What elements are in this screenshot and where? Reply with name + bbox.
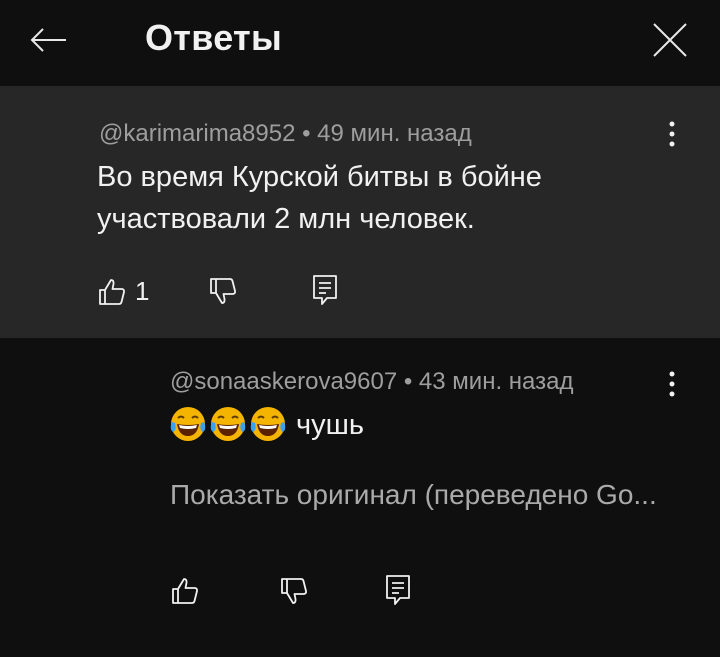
laughing-emoji-icon [210,407,246,441]
reply-text: чушь [296,409,364,441]
thumb-down-icon [281,578,307,604]
arrow-left-icon [30,28,66,52]
thumb-up-icon [99,278,125,305]
more-vertical-icon [669,371,675,397]
thumb-down-icon [210,278,236,304]
reply-icon [386,575,410,605]
like-button[interactable]: 1 [97,276,149,307]
reply-emoji-row [169,405,287,443]
parent-comment: @karimarima8952 • 49 мин. назад Во время… [0,86,720,338]
page-title: Ответы [145,17,283,58]
comment-author[interactable]: @karimarima8952 [99,120,295,147]
comment-menu-button[interactable] [660,117,684,151]
dislike-button[interactable] [279,576,309,606]
back-button[interactable] [26,20,70,60]
like-button[interactable] [170,576,200,606]
reply-button[interactable] [385,574,411,606]
thumb-up-icon [172,578,198,604]
laughing-emoji-icon [250,407,286,441]
comment-meta: @karimarima8952 • 49 мин. назад [99,120,472,148]
reply-button[interactable] [312,274,338,306]
top-bar: Ответы [0,0,720,86]
reply-time: • 43 мин. назад [403,368,574,395]
comment-text-line: Во время Курской битвы в бойне [97,161,542,193]
laughing-emoji-icon [170,407,206,441]
reply-menu-button[interactable] [660,367,684,401]
like-count: 1 [135,276,150,306]
comment-text-line: участвовали 2 млн человек. [97,203,475,235]
show-original-link[interactable]: Показать оригинал (переведено Go... [170,479,657,511]
comment-text: Во время Курской битвы в бойне участвова… [97,156,542,240]
close-icon [653,23,687,57]
reply-meta: @sonaaskerova9607 • 43 мин. назад [170,368,573,396]
comment-time: • 49 мин. назад [302,120,472,147]
reply-icon [313,275,337,305]
close-button[interactable] [646,16,694,64]
reply-author[interactable]: @sonaaskerova9607 [170,368,397,395]
more-vertical-icon [669,121,675,147]
dislike-button[interactable] [208,276,238,306]
